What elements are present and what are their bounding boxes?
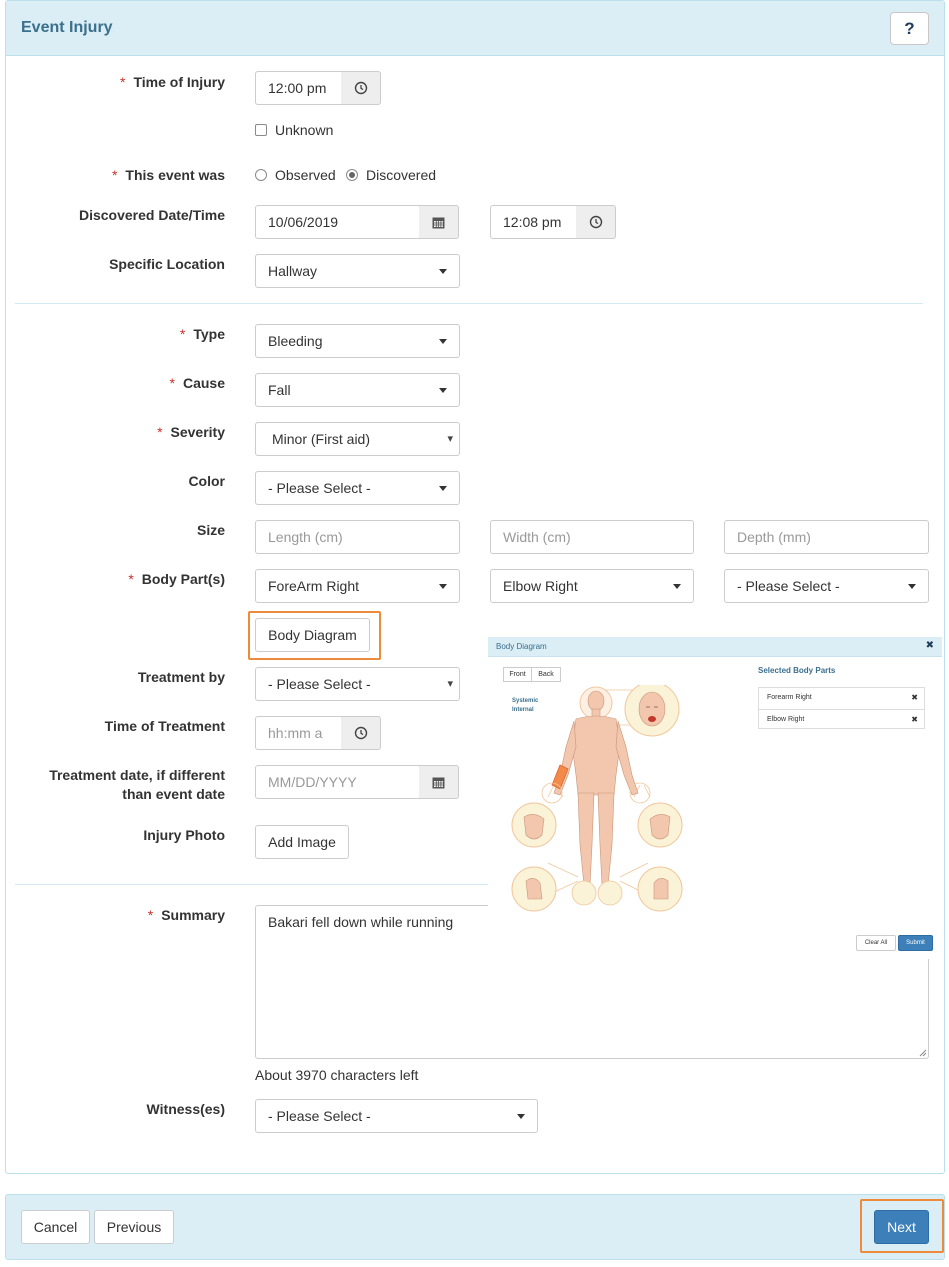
body-part-select-1[interactable]: ForeArm Right [255,569,460,603]
close-icon[interactable]: ✖ [926,640,934,651]
observed-radio[interactable] [255,169,267,181]
type-select[interactable]: Bleeding [255,324,460,358]
treatment-date-input[interactable]: MM/DD/YYYY [255,765,420,799]
help-button[interactable]: ? [890,12,929,45]
observed-label: Observed [275,167,336,183]
time-of-treatment-input[interactable]: hh:mm a [255,716,342,750]
clear-all-button[interactable]: Clear All [856,935,896,951]
body-diagram-button[interactable]: Body Diagram [255,618,370,652]
body-diagram-title: Body Diagram [496,642,547,651]
list-item: Elbow Right ✖ [759,709,924,729]
tab-front[interactable]: Front [503,667,532,682]
remove-icon[interactable]: ✖ [911,688,918,708]
unknown-label: Unknown [275,122,334,138]
list-item: Forearm Right ✖ [759,688,924,708]
clock-icon[interactable] [341,71,381,105]
color-select[interactable]: - Please Select - [255,471,460,505]
body-diagram-header: Body Diagram ✖ [488,637,942,657]
panel-header: Event Injury ? [6,1,944,56]
cause-label: * Cause [169,375,225,391]
width-input[interactable]: Width (cm) [490,520,694,554]
cause-select[interactable]: Fall [255,373,460,407]
witnesses-select[interactable]: - Please Select - [255,1099,538,1133]
type-label: * Type [179,326,225,342]
event-was-label: * This event was [111,167,225,183]
discovered-date-input[interactable]: 10/06/2019 [255,205,420,239]
severity-select[interactable]: Minor (First aid) [255,422,460,456]
calendar-icon[interactable] [419,765,459,799]
depth-input[interactable]: Depth (mm) [724,520,929,554]
characters-left: About 3970 characters left [255,1067,419,1083]
remove-icon[interactable]: ✖ [911,710,918,730]
witnesses-label: Witness(es) [146,1101,225,1117]
specific-location-label: Specific Location [109,256,225,272]
body-parts-label: * Body Part(s) [128,571,225,587]
selected-body-parts-list: Forearm Right ✖ Elbow Right ✖ [758,687,925,729]
clock-icon[interactable] [576,205,616,239]
section-divider [15,303,923,304]
add-image-button[interactable]: Add Image [255,825,349,859]
treatment-by-select[interactable]: - Please Select - [255,667,460,701]
unknown-checkbox[interactable] [255,124,267,136]
injury-photo-label: Injury Photo [143,827,225,843]
size-label: Size [196,522,225,538]
discovered-datetime-label: Discovered Date/Time [78,207,225,223]
time-of-injury-input[interactable]: 12:00 pm [255,71,342,105]
body-part-select-3[interactable]: - Please Select - [724,569,929,603]
resize-grip-icon[interactable] [918,1048,927,1057]
tab-back[interactable]: Back [531,667,561,682]
submit-button[interactable]: Submit [898,935,933,951]
cancel-button[interactable]: Cancel [21,1210,90,1244]
clock-icon[interactable] [341,716,381,750]
time-of-injury-label: * Time of Injury [120,74,225,90]
specific-location-select[interactable]: Hallway [255,254,460,288]
treatment-date-label: Treatment date, if different than event d… [49,767,225,802]
summary-label: * Summary [147,907,225,923]
body-diagram-popup: Body Diagram ✖ Front Back Systemic Inter… [488,637,942,959]
previous-button[interactable]: Previous [94,1210,174,1244]
selected-body-parts-heading: Selected Body Parts [758,666,836,675]
body-part-select-2[interactable]: Elbow Right [490,569,694,603]
color-label: Color [188,473,225,489]
discovered-radio[interactable] [346,169,358,181]
summary-text: Bakari fell down while running [268,914,454,930]
discovered-time-input[interactable]: 12:08 pm [490,205,577,239]
page-title: Event Injury [21,19,113,36]
time-of-treatment-label: Time of Treatment [104,718,225,734]
calendar-icon[interactable] [419,205,459,239]
treatment-by-label: Treatment by [137,669,225,685]
severity-label: * Severity [157,424,225,440]
next-button[interactable]: Next [874,1210,929,1244]
discovered-label: Discovered [366,167,437,183]
length-input[interactable]: Length (cm) [255,520,460,554]
body-figure-illustration[interactable] [508,685,688,925]
